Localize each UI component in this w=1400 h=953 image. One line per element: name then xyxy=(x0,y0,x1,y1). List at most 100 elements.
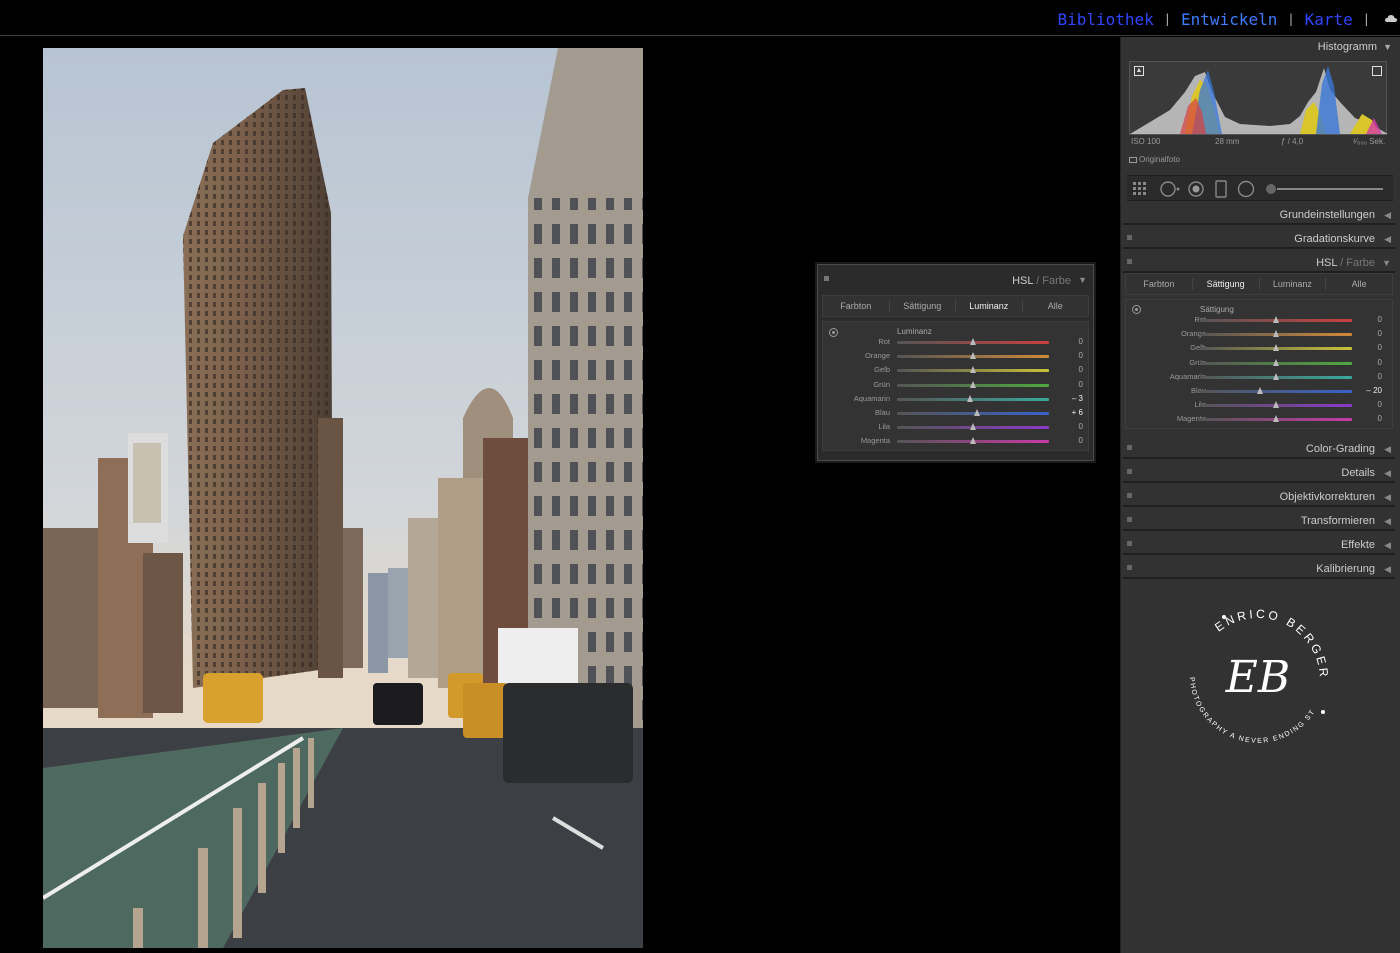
panel-switch[interactable] xyxy=(1127,259,1132,264)
expand-triangle-icon[interactable]: ◀ xyxy=(1384,492,1391,503)
expand-triangle-icon[interactable]: ◀ xyxy=(1384,210,1391,221)
slider-thumb[interactable] xyxy=(1272,372,1279,380)
section-kalibrierung[interactable]: Kalibrierung ◀ xyxy=(1123,557,1395,579)
tab-farbton[interactable]: Farbton xyxy=(823,300,890,312)
collapse-triangle-icon[interactable]: ▼ xyxy=(1078,275,1087,285)
histogram-header[interactable]: Histogramm ▼ xyxy=(1318,41,1392,53)
slider-label: Gelb xyxy=(1190,343,1206,353)
red-eye-icon[interactable] xyxy=(1187,180,1205,198)
slider-thumb[interactable] xyxy=(969,366,976,374)
slider-value[interactable]: 0 xyxy=(1059,365,1083,374)
section-transformieren[interactable]: Transformieren ◀ xyxy=(1123,509,1395,531)
target-adjust-icon[interactable] xyxy=(1132,305,1141,314)
slider-thumb[interactable] xyxy=(969,338,976,345)
slider-track[interactable] xyxy=(897,412,1049,415)
panel-switch[interactable] xyxy=(1127,493,1132,498)
slider-value[interactable]: 0 xyxy=(1059,436,1083,445)
original-photo-toggle[interactable]: Originalfoto xyxy=(1129,155,1180,164)
slider-label: Lila xyxy=(878,422,890,432)
tool-strip xyxy=(1127,175,1393,201)
tab-luminanz[interactable]: Luminanz xyxy=(1260,278,1327,290)
photo-preview[interactable] xyxy=(43,48,643,948)
histogram[interactable]: ▲ xyxy=(1129,61,1388,135)
section-title: Transformieren xyxy=(1300,515,1375,527)
slider-thumb[interactable] xyxy=(1272,401,1279,409)
tab-alle[interactable]: Alle xyxy=(1326,278,1392,290)
expand-triangle-icon[interactable]: ◀ xyxy=(1384,540,1391,551)
slider-value[interactable]: 0 xyxy=(1059,337,1083,346)
slider-value[interactable]: + 6 xyxy=(1059,408,1083,417)
hsl-title-main: HSL xyxy=(1012,275,1034,287)
section-grundeinstellungen[interactable]: Grundeinstellungen ◀ xyxy=(1123,203,1395,225)
slider-value[interactable]: – 3 xyxy=(1059,394,1083,403)
expand-triangle-icon[interactable]: ◀ xyxy=(1384,564,1391,575)
slider-thumb[interactable] xyxy=(969,380,976,388)
slider-value[interactable]: 0 xyxy=(1358,358,1382,367)
cloud-sync-icon[interactable] xyxy=(1384,12,1398,26)
slider-value[interactable]: – 20 xyxy=(1358,386,1382,395)
panel-solo-knob[interactable] xyxy=(824,276,829,281)
spot-removal-icon[interactable] xyxy=(1159,180,1181,198)
slider-value[interactable]: 0 xyxy=(1358,400,1382,409)
slider-value[interactable]: 0 xyxy=(1358,315,1382,324)
slider-value[interactable]: 0 xyxy=(1059,380,1083,389)
tab-farbton[interactable]: Farbton xyxy=(1126,278,1193,290)
graduated-filter-icon[interactable] xyxy=(1215,180,1227,198)
section-title: Details xyxy=(1341,467,1375,479)
collapse-triangle-icon[interactable]: ▼ xyxy=(1383,42,1392,52)
slider-track[interactable] xyxy=(1200,390,1352,393)
tab-alle[interactable]: Alle xyxy=(1023,300,1089,312)
panel-switch[interactable] xyxy=(1127,469,1132,474)
enrico-berger-logo: ENRICO BERGER PHOTOGRAPHY A NEVER ENDING… xyxy=(1168,590,1328,745)
expand-triangle-icon[interactable]: ◀ xyxy=(1384,234,1391,245)
section-hsl[interactable]: HSL / Farbe ▼ xyxy=(1123,251,1395,273)
adjustment-brush-slider[interactable] xyxy=(1265,182,1385,196)
radial-filter-icon[interactable] xyxy=(1237,180,1255,198)
collapse-triangle-icon[interactable]: ▼ xyxy=(1382,258,1391,268)
slider-group-label: Sättigung xyxy=(1200,305,1234,314)
expand-triangle-icon[interactable]: ◀ xyxy=(1384,468,1391,479)
panel-switch[interactable] xyxy=(1127,235,1132,240)
panel-switch[interactable] xyxy=(1127,445,1132,450)
slider-value[interactable]: 0 xyxy=(1059,351,1083,360)
section-details[interactable]: Details ◀ xyxy=(1123,461,1395,483)
slider-value[interactable]: 0 xyxy=(1358,372,1382,381)
slider-thumb[interactable] xyxy=(1272,316,1279,323)
module-develop-link[interactable]: Entwickeln xyxy=(1181,10,1277,29)
slider-thumb[interactable] xyxy=(969,423,976,431)
section-gradationskurve[interactable]: Gradationskurve ◀ xyxy=(1123,227,1395,249)
crop-grid-icon[interactable] xyxy=(1133,182,1151,196)
tab-saettigung[interactable]: Sättigung xyxy=(890,300,956,312)
shadow-clipping-icon[interactable]: ▲ xyxy=(1134,66,1144,76)
panel-switch[interactable] xyxy=(1127,565,1132,570)
slider-thumb[interactable] xyxy=(1272,330,1279,338)
hsl-panel: Farbton Sättigung Luminanz Alle Sättigun… xyxy=(1125,273,1393,436)
panel-switch[interactable] xyxy=(1127,541,1132,546)
slider-thumb[interactable] xyxy=(1272,415,1279,423)
expand-triangle-icon[interactable]: ◀ xyxy=(1384,444,1391,455)
slider-thumb[interactable] xyxy=(1257,387,1264,394)
slider-thumb[interactable] xyxy=(1272,344,1279,352)
section-color-grading[interactable]: Color-Grading ◀ xyxy=(1123,437,1395,459)
slider-value[interactable]: 0 xyxy=(1358,329,1382,338)
slider-value[interactable]: 0 xyxy=(1358,414,1382,423)
highlight-clipping-icon[interactable] xyxy=(1372,66,1382,76)
exif-iso: ISO 100 xyxy=(1131,137,1161,146)
panel-switch[interactable] xyxy=(1127,517,1132,522)
hsl-floating-header[interactable]: HSL / Farbe ▼ xyxy=(818,265,1093,293)
slider-value[interactable]: 0 xyxy=(1358,343,1382,352)
slider-thumb[interactable] xyxy=(974,409,981,416)
slider-thumb[interactable] xyxy=(969,437,976,445)
section-objektivkorrekturen[interactable]: Objektivkorrekturen ◀ xyxy=(1123,485,1395,507)
tab-luminanz[interactable]: Luminanz xyxy=(956,300,1023,312)
module-map-link[interactable]: Karte xyxy=(1305,10,1353,29)
module-library-link[interactable]: Bibliothek xyxy=(1057,10,1153,29)
slider-thumb[interactable] xyxy=(969,352,976,360)
hsl-slider-row: Gelb 0 xyxy=(1126,342,1392,354)
slider-thumb[interactable] xyxy=(1272,358,1279,366)
tab-saettigung[interactable]: Sättigung xyxy=(1193,278,1260,290)
slider-value[interactable]: 0 xyxy=(1059,422,1083,431)
expand-triangle-icon[interactable]: ◀ xyxy=(1384,516,1391,527)
section-effekte[interactable]: Effekte ◀ xyxy=(1123,533,1395,555)
slider-thumb[interactable] xyxy=(967,394,974,402)
